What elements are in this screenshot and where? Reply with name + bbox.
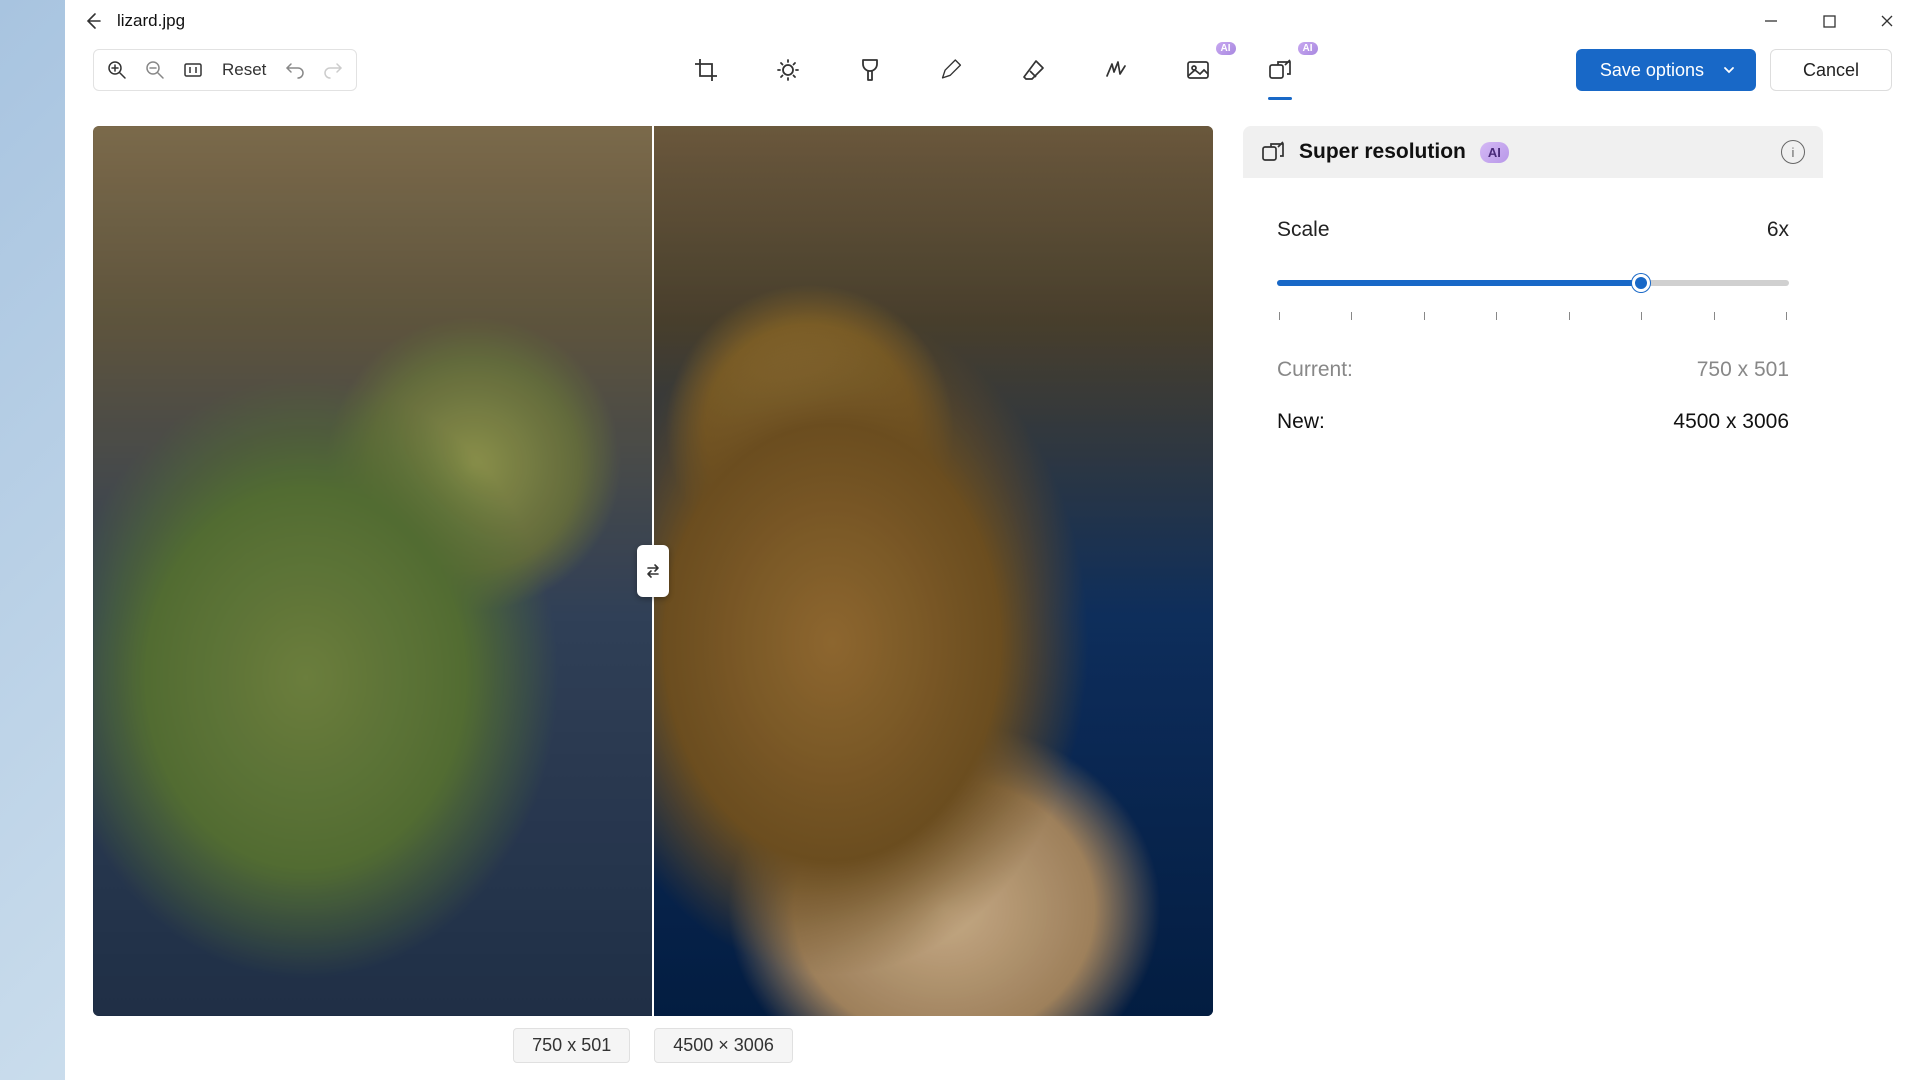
markup-tool[interactable] (932, 50, 972, 90)
panel-header: Super resolution AI i (1243, 126, 1823, 178)
slider-ticks (1277, 312, 1789, 320)
save-options-button[interactable]: Save options (1576, 49, 1756, 91)
background-tool[interactable]: AI (1178, 50, 1218, 90)
current-label: Current: (1277, 358, 1353, 382)
panel-title: Super resolution (1299, 140, 1466, 164)
fit-button[interactable] (174, 51, 212, 89)
zoom-out-icon (145, 60, 165, 80)
title-bar: lizard.jpg (65, 0, 1920, 42)
fit-icon (183, 60, 203, 80)
window-controls (1742, 0, 1916, 42)
filter-tool[interactable] (850, 50, 890, 90)
image-icon (1186, 58, 1210, 82)
upscale-icon (1261, 140, 1285, 164)
preview-original (93, 126, 653, 1016)
swap-icon (644, 562, 662, 580)
arrow-left-icon (83, 11, 103, 31)
zoom-in-button[interactable] (98, 51, 136, 89)
file-name: lizard.jpg (117, 11, 185, 31)
super-resolution-panel: Super resolution AI i Scale 6x (1243, 126, 1823, 1063)
zoom-in-icon (107, 60, 127, 80)
pen-icon (940, 58, 964, 82)
info-button[interactable]: i (1781, 140, 1805, 164)
toolbar: Reset (65, 42, 1920, 98)
redo-icon (323, 60, 343, 80)
redo-button[interactable] (314, 51, 352, 89)
active-indicator (1268, 97, 1292, 100)
reset-button[interactable]: Reset (212, 60, 276, 80)
slider-thumb[interactable] (1632, 274, 1650, 292)
undo-icon (285, 60, 305, 80)
new-label: New: (1277, 410, 1325, 434)
adjust-tool[interactable] (768, 50, 808, 90)
main-area: 750 x 501 4500 × 3006 Super resolution A… (65, 98, 1920, 1063)
dimension-rows: Current: 750 x 501 New: 4500 x 3006 (1277, 344, 1789, 448)
current-value: 750 x 501 (1697, 358, 1789, 382)
original-dim-label: 750 x 501 (513, 1028, 630, 1063)
retouch-icon (1104, 58, 1128, 82)
zoom-out-button[interactable] (136, 51, 174, 89)
upscale-icon (1268, 58, 1292, 82)
save-label: Save options (1600, 60, 1704, 81)
filter-icon (859, 58, 881, 82)
scale-value: 6x (1767, 218, 1789, 242)
slider-fill (1277, 280, 1641, 286)
super-resolution-tool[interactable]: AI (1260, 50, 1300, 90)
eraser-icon (1022, 58, 1046, 82)
minimize-button[interactable] (1742, 0, 1800, 42)
scale-label: Scale (1277, 218, 1330, 242)
cancel-button[interactable]: Cancel (1770, 49, 1892, 91)
crop-tool[interactable] (686, 50, 726, 90)
toolbar-right: Save options Cancel (1576, 49, 1892, 91)
back-button[interactable] (69, 0, 117, 42)
undo-button[interactable] (276, 51, 314, 89)
close-button[interactable] (1858, 0, 1916, 42)
maximize-icon (1823, 15, 1836, 28)
canvas-wrap: 750 x 501 4500 × 3006 (93, 126, 1213, 1063)
new-dim-row: New: 4500 x 3006 (1277, 396, 1789, 448)
current-dim-row: Current: 750 x 501 (1277, 344, 1789, 396)
ai-badge: AI (1216, 42, 1236, 55)
dimension-labels: 750 x 501 4500 × 3006 (93, 1028, 1213, 1063)
app-window: lizard.jpg Reset (65, 0, 1920, 1080)
erase-tool[interactable] (1014, 50, 1054, 90)
scale-row: Scale 6x (1277, 218, 1789, 242)
retouch-tool[interactable] (1096, 50, 1136, 90)
panel-body: Scale 6x Current: 750 x 501 (1243, 178, 1823, 488)
ai-chip: AI (1480, 142, 1509, 163)
preview-upscaled (653, 126, 1213, 1016)
comparison-handle[interactable] (637, 545, 669, 597)
new-dim-label: 4500 × 3006 (654, 1028, 793, 1063)
crop-icon (694, 58, 718, 82)
zoom-group: Reset (93, 49, 357, 91)
maximize-button[interactable] (1800, 0, 1858, 42)
image-preview (93, 126, 1213, 1016)
scale-slider[interactable] (1277, 272, 1789, 304)
brightness-icon (776, 58, 800, 82)
new-value: 4500 x 3006 (1673, 410, 1789, 434)
minimize-icon (1764, 14, 1778, 28)
chevron-down-icon (1722, 63, 1736, 77)
close-icon (1880, 14, 1894, 28)
ai-badge: AI (1298, 42, 1318, 55)
toolbar-center: AI AI (686, 50, 1300, 90)
